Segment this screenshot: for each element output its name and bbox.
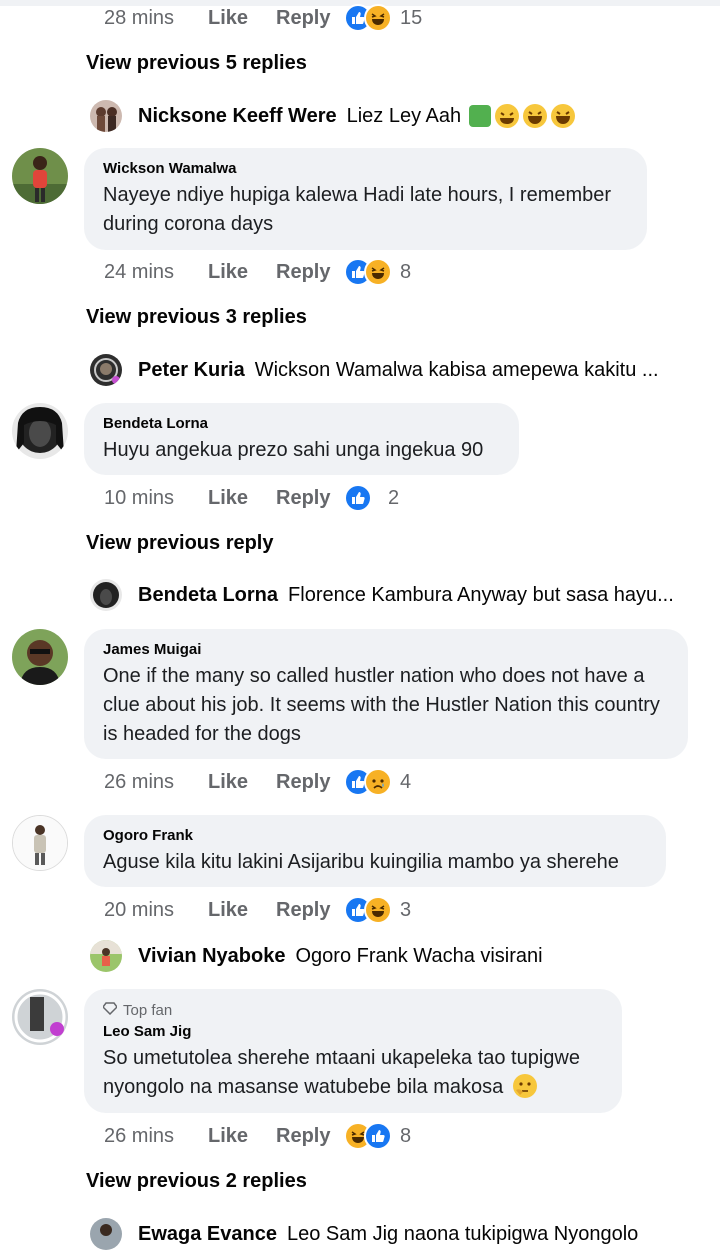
- avatar[interactable]: [90, 579, 122, 611]
- comment-actions: 28 mins Like Reply 15: [104, 3, 422, 33]
- reply-preview[interactable]: Nicksone Keeff Were Liez Ley Aah: [90, 98, 576, 134]
- reply-preview[interactable]: Bendeta Lorna Florence Kambura Anyway bu…: [90, 577, 674, 613]
- avatar[interactable]: [90, 1218, 122, 1250]
- like-reaction-icon: [344, 484, 372, 512]
- avatar[interactable]: [12, 629, 68, 685]
- reaction-summary[interactable]: 4: [344, 768, 411, 796]
- like-button[interactable]: Like: [208, 487, 276, 510]
- haha-reaction-icon: [364, 4, 392, 32]
- reply-author[interactable]: Vivian Nyaboke: [138, 945, 285, 968]
- avatar[interactable]: [12, 989, 68, 1045]
- view-previous-replies[interactable]: View previous 3 replies: [86, 306, 307, 329]
- avatar[interactable]: [12, 403, 68, 459]
- comment-time: 20 mins: [104, 898, 175, 921]
- reply-button[interactable]: Reply: [276, 1125, 344, 1148]
- comment-bubble: Bendeta Lorna Huyu angekua prezo sahi un…: [84, 403, 519, 475]
- like-button[interactable]: Like: [208, 7, 276, 30]
- comment-actions: 10 mins Like Reply 2: [104, 483, 399, 513]
- laughing-emoji-icon: [495, 104, 520, 128]
- reply-author[interactable]: Peter Kuria: [138, 359, 245, 382]
- comment-text: Aguse kila kitu lakini Asijaribu kuingil…: [103, 851, 619, 873]
- restroom-emoji-icon: [469, 105, 492, 127]
- comment-text: Huyu angekua prezo sahi unga ingekua 90: [103, 439, 484, 461]
- reply-button[interactable]: Reply: [276, 899, 344, 922]
- sad-reaction-icon: [364, 768, 392, 796]
- laughing-emoji-icon: [523, 104, 548, 128]
- reply-author[interactable]: Nicksone Keeff Were: [138, 105, 337, 128]
- reply-button[interactable]: Reply: [276, 7, 344, 30]
- comment-text: One if the many so called hustler nation…: [103, 665, 660, 745]
- haha-reaction-icon: [364, 258, 392, 286]
- reply-text: Wickson Wamalwa kabisa amepewa kakitu ..…: [254, 358, 659, 381]
- reaction-summary[interactable]: 3: [344, 896, 411, 924]
- comment-text: Nayeye ndiye hupiga kalewa Hadi late hou…: [103, 184, 612, 235]
- like-button[interactable]: Like: [208, 1125, 276, 1148]
- reply-preview[interactable]: Peter Kuria Wickson Wamalwa kabisa amepe…: [90, 352, 659, 388]
- reaction-count: 2: [388, 486, 400, 509]
- like-button[interactable]: Like: [208, 771, 276, 794]
- comment-text-body: So umetutolea sherehe mtaani ukapeleka t…: [103, 1047, 580, 1098]
- like-button[interactable]: Like: [208, 899, 276, 922]
- reaction-count: 3: [400, 898, 412, 921]
- comment-time: 26 mins: [104, 1124, 175, 1147]
- reply-text: Ogoro Frank Wacha visirani: [295, 944, 543, 967]
- comment-actions: 24 mins Like Reply 8: [104, 257, 411, 287]
- comment-author[interactable]: Ogoro Frank: [103, 827, 646, 844]
- avatar[interactable]: [90, 354, 122, 386]
- laughing-emoji-icon: [551, 104, 576, 128]
- reaction-count: 8: [400, 1124, 412, 1147]
- like-button[interactable]: Like: [208, 261, 276, 284]
- reaction-count: 15: [400, 6, 423, 29]
- comment-bubble: Ogoro Frank Aguse kila kitu lakini Asija…: [84, 815, 666, 887]
- reply-button[interactable]: Reply: [276, 261, 344, 284]
- view-previous-replies[interactable]: View previous 5 replies: [86, 52, 307, 75]
- haha-reaction-icon: [364, 896, 392, 924]
- thinking-emoji-icon: [512, 1074, 537, 1098]
- reaction-summary[interactable]: 2: [344, 484, 399, 512]
- reply-text: Florence Kambura Anyway but sasa hayu...: [288, 583, 674, 606]
- reaction-count: 4: [400, 770, 412, 793]
- avatar[interactable]: [90, 100, 122, 132]
- reply-button[interactable]: Reply: [276, 771, 344, 794]
- avatar[interactable]: [12, 148, 68, 204]
- comment-actions: 20 mins Like Reply 3: [104, 895, 411, 925]
- comment-actions: 26 mins Like Reply 4: [104, 767, 411, 797]
- comment-time: 10 mins: [104, 486, 175, 509]
- comment-bubble: James Muigai One if the many so called h…: [84, 629, 688, 759]
- comment-author[interactable]: James Muigai: [103, 641, 668, 658]
- reaction-summary[interactable]: 15: [344, 4, 422, 32]
- comment-author[interactable]: Bendeta Lorna: [103, 415, 499, 432]
- avatar[interactable]: [90, 940, 122, 972]
- reply-preview[interactable]: Ewaga Evance Leo Sam Jig naona tukipigwa…: [90, 1216, 638, 1252]
- comment-time: 24 mins: [104, 260, 175, 283]
- avatar[interactable]: [12, 815, 68, 871]
- view-previous-replies[interactable]: View previous reply: [86, 532, 274, 555]
- like-reaction-icon: [364, 1122, 392, 1150]
- comment-time: 26 mins: [104, 770, 175, 793]
- comment-bubble: Top fan Leo Sam Jig So umetutolea shereh…: [84, 989, 622, 1113]
- top-fan-badge: Top fan: [102, 1001, 602, 1019]
- comment-time: 28 mins: [104, 6, 175, 29]
- reply-text: Liez Ley Aah: [346, 104, 462, 127]
- comment-bubble: Wickson Wamalwa Nayeye ndiye hupiga kale…: [84, 148, 647, 250]
- comment-actions: 26 mins Like Reply 8: [104, 1121, 411, 1151]
- comment-author[interactable]: Wickson Wamalwa: [103, 160, 627, 177]
- comment-text: So umetutolea sherehe mtaani ukapeleka t…: [103, 1044, 602, 1102]
- reply-author[interactable]: Bendeta Lorna: [138, 584, 278, 607]
- badge-label: Top fan: [123, 1001, 173, 1019]
- view-previous-replies[interactable]: View previous 2 replies: [86, 1170, 307, 1193]
- diamond-icon: [102, 1001, 118, 1019]
- reply-text: Leo Sam Jig naona tukipigwa Nyongolo: [286, 1222, 639, 1245]
- reaction-summary[interactable]: 8: [344, 258, 411, 286]
- reply-author[interactable]: Ewaga Evance: [138, 1223, 277, 1246]
- reply-preview[interactable]: Vivian Nyaboke Ogoro Frank Wacha visiran…: [90, 938, 543, 974]
- reaction-count: 8: [400, 260, 412, 283]
- comment-author[interactable]: Leo Sam Jig: [103, 1023, 602, 1040]
- reaction-summary[interactable]: 8: [344, 1122, 411, 1150]
- reply-button[interactable]: Reply: [276, 487, 344, 510]
